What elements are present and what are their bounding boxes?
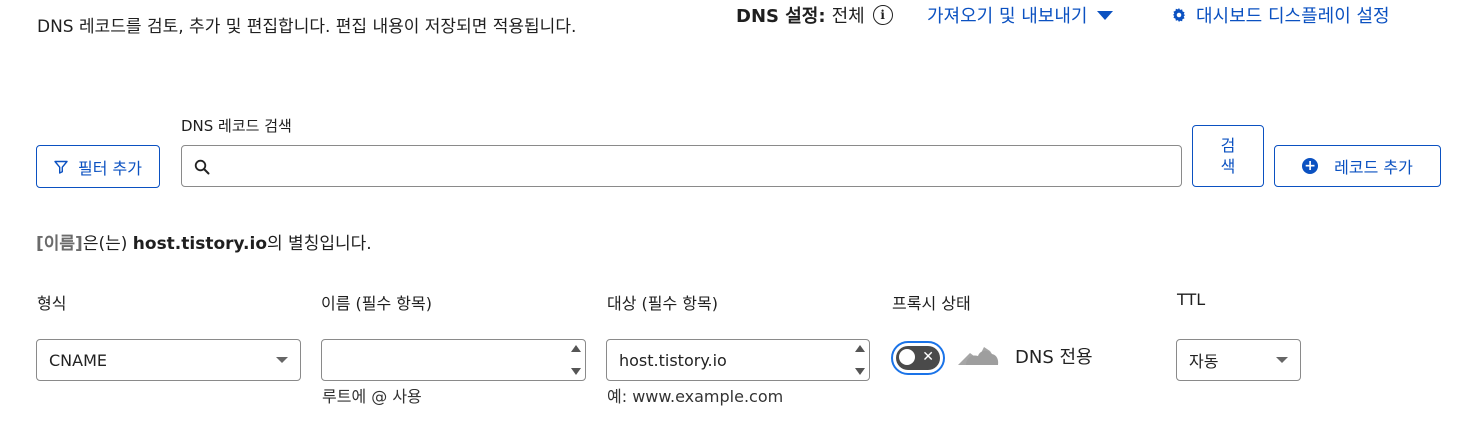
proxy-label: 프록시 상태 xyxy=(892,294,971,313)
name-field[interactable] xyxy=(321,339,586,381)
search-icon xyxy=(194,159,210,175)
target-field[interactable]: host.tistory.io xyxy=(606,339,870,381)
ttl-select[interactable]: 자동 xyxy=(1176,339,1301,381)
name-spinner-icon[interactable] xyxy=(571,344,581,376)
search-button[interactable]: 검 색 xyxy=(1192,125,1264,187)
add-record-button[interactable]: + 레코드 추가 xyxy=(1274,145,1441,187)
import-export-label: 가져오기 및 내보내기 xyxy=(927,6,1088,27)
cloud-icon xyxy=(958,347,999,365)
proxy-status-text: DNS 전용 xyxy=(1015,347,1093,368)
target-label: 대상 (필수 항목) xyxy=(607,294,718,313)
plus-circle-icon: + xyxy=(1302,158,1319,174)
proxy-toggle[interactable]: ✕ xyxy=(891,341,945,375)
alias-middle: 은(는) xyxy=(82,234,133,254)
alias-note: [이름]은(는) host.tistory.io의 별칭입니다. xyxy=(36,229,372,254)
type-value: CNAME xyxy=(49,350,107,370)
search-input[interactable] xyxy=(218,150,1172,184)
dashboard-settings-label: 대시보드 디스플레이 설정 xyxy=(1196,6,1390,27)
toggle-track: ✕ xyxy=(896,346,940,370)
info-icon[interactable]: i xyxy=(872,5,893,25)
caret-down-icon xyxy=(1097,10,1114,20)
page-description: DNS 레코드를 검토, 추가 및 편집합니다. 편집 내용이 저장되면 적용됩… xyxy=(37,17,577,37)
target-spinner-icon[interactable] xyxy=(855,344,865,376)
gear-icon xyxy=(1172,8,1186,22)
ttl-value: 자동 xyxy=(1189,352,1219,371)
type-label: 형식 xyxy=(37,294,67,313)
search-button-line2: 색 xyxy=(1220,157,1236,176)
dns-setting: DNS 설정: 전체 i xyxy=(736,2,893,28)
search-box xyxy=(181,145,1182,187)
target-value: host.tistory.io xyxy=(619,350,727,370)
dns-setting-label: DNS 설정: xyxy=(736,6,826,27)
alias-tail: 의 별칭입니다. xyxy=(267,234,372,254)
chevron-down-icon xyxy=(1276,357,1288,363)
alias-name-tag: [이름] xyxy=(36,234,83,254)
target-helper: 예: www.example.com xyxy=(607,387,784,406)
dns-setting-value: 전체 xyxy=(831,6,865,27)
name-helper: 루트에 @ 사용 xyxy=(322,387,422,406)
add-filter-label: 필터 추가 xyxy=(78,158,142,178)
close-icon: ✕ xyxy=(922,349,934,365)
add-filter-button[interactable]: 필터 추가 xyxy=(36,145,160,188)
toggle-knob xyxy=(899,349,915,365)
ttl-label: TTL xyxy=(1177,290,1206,309)
type-select[interactable]: CNAME xyxy=(36,339,301,381)
search-label: DNS 레코드 검색 xyxy=(181,117,292,135)
add-record-label: 레코드 추가 xyxy=(1334,158,1413,177)
import-export-menu[interactable]: 가져오기 및 내보내기 xyxy=(927,2,1114,28)
name-label: 이름 (필수 항목) xyxy=(321,294,432,313)
search-button-line1: 검 xyxy=(1220,136,1236,155)
dashboard-settings-link[interactable]: 대시보드 디스플레이 설정 xyxy=(1172,2,1390,28)
filter-icon xyxy=(54,160,68,174)
chevron-down-icon xyxy=(276,357,288,363)
alias-host: host.tistory.io xyxy=(132,234,268,254)
